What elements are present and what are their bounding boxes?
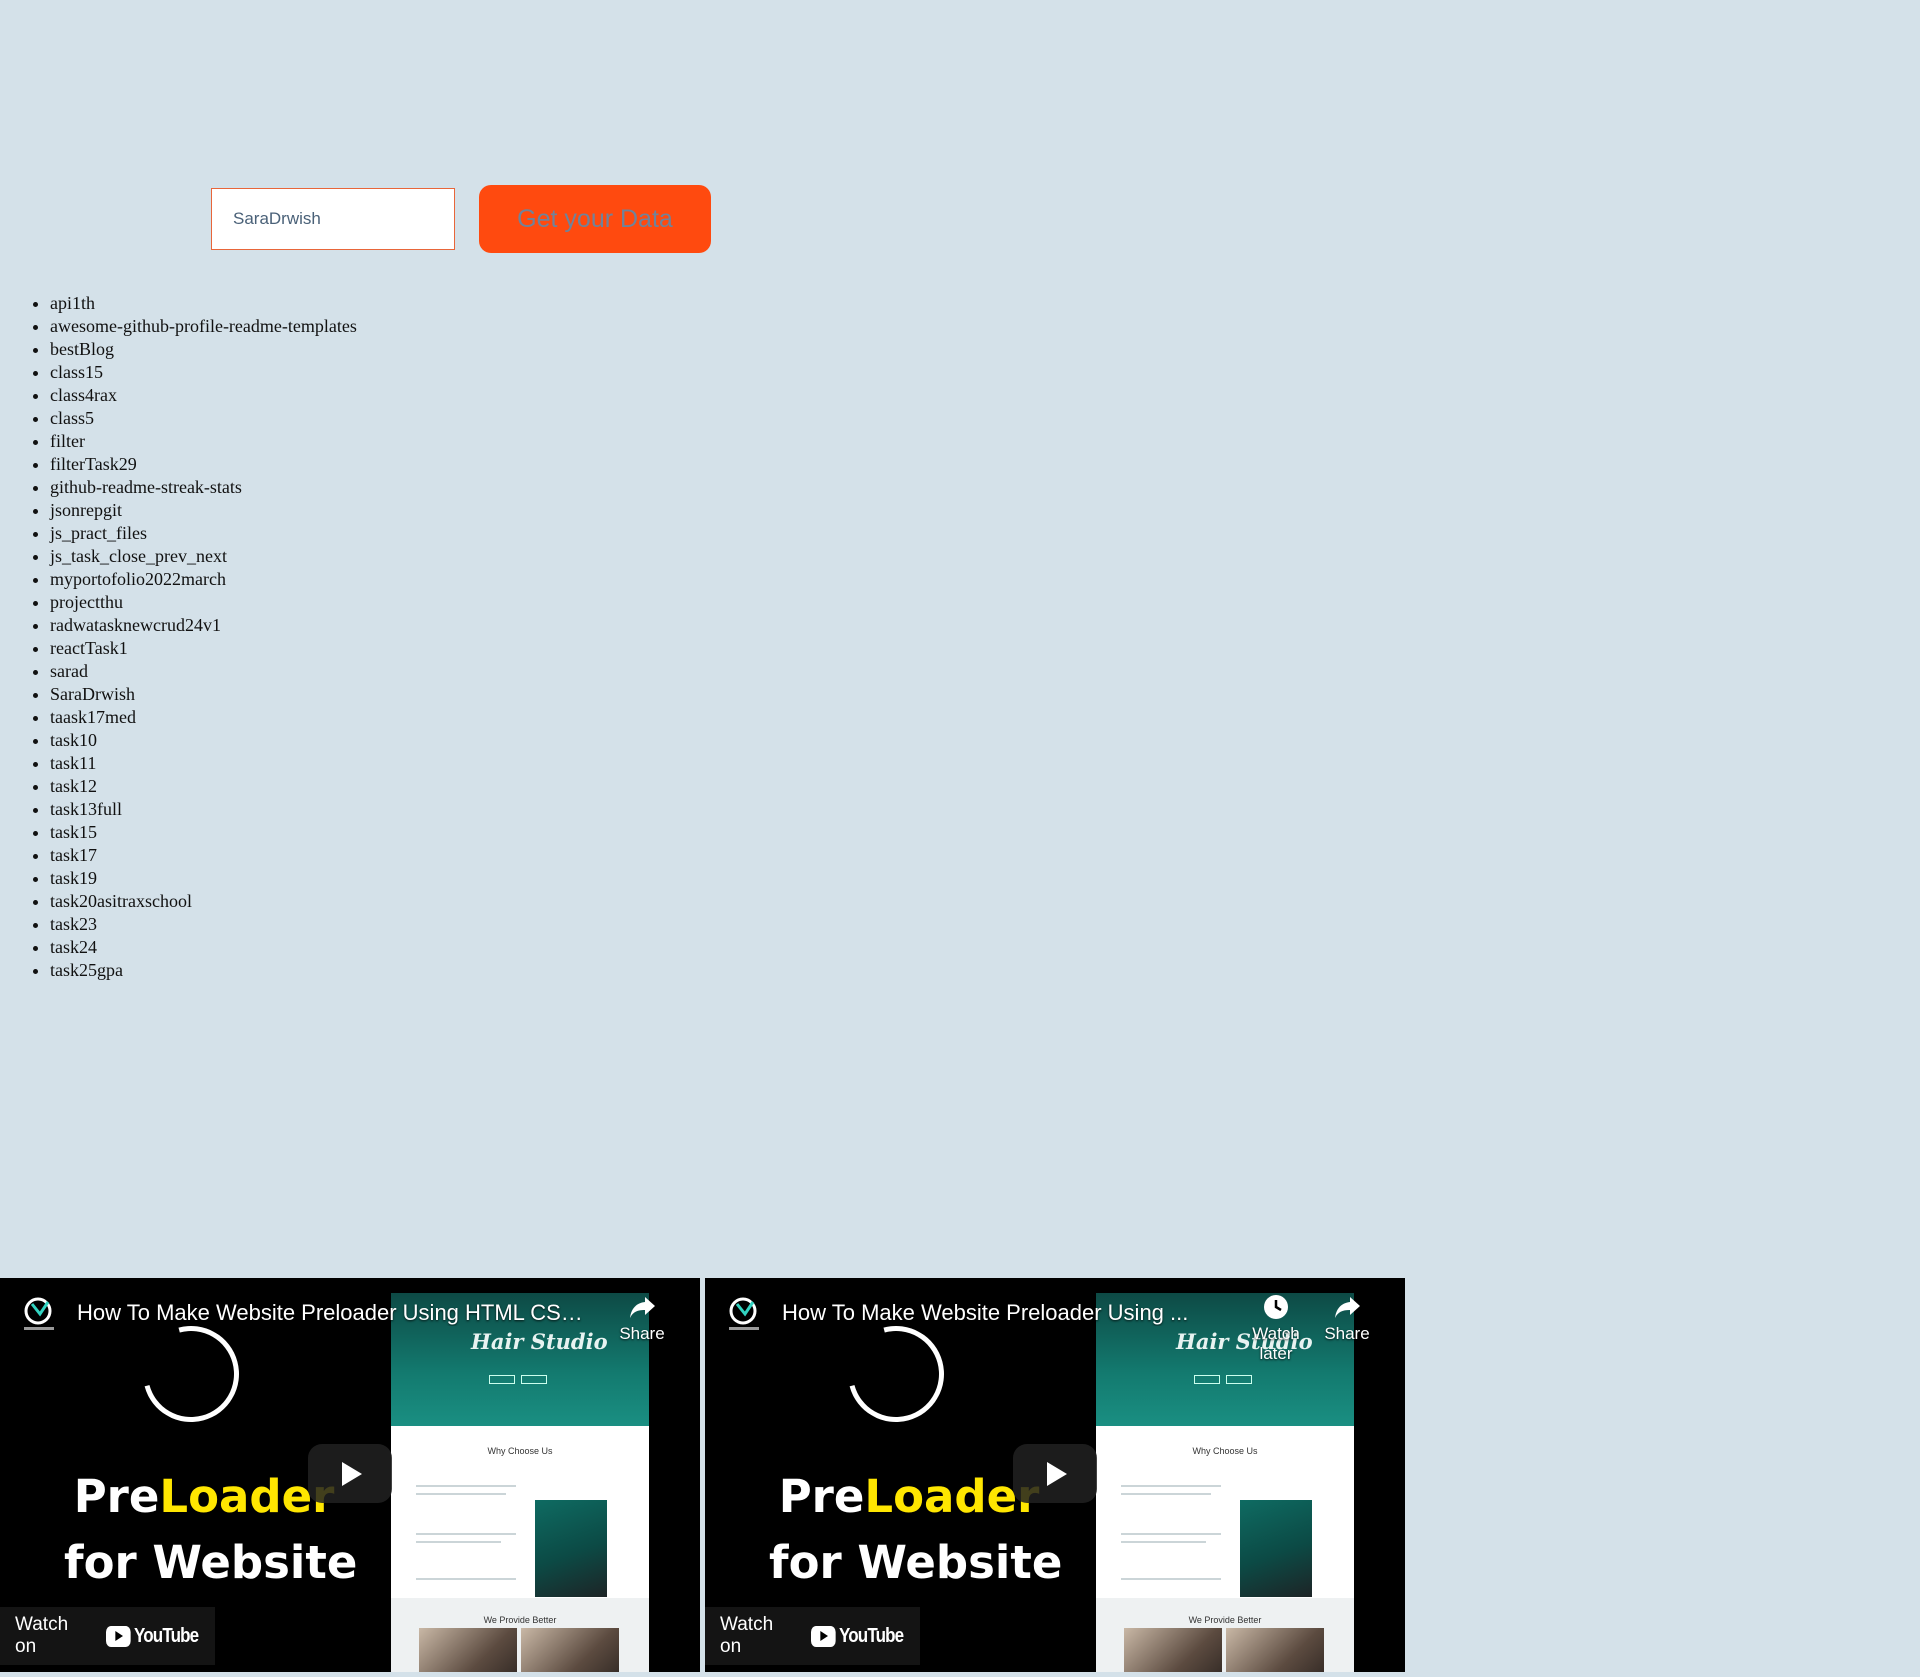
get-data-button[interactable]: Get your Data [479, 185, 711, 253]
youtube-play-icon [811, 1625, 837, 1647]
video-title[interactable]: How To Make Website Preloader Using ... [782, 1300, 1202, 1326]
repo-list-item: filterTask29 [50, 453, 357, 476]
screenshot-button [521, 1375, 547, 1384]
repo-list-item: task25gpa [50, 959, 357, 982]
share-button[interactable]: Share [1312, 1292, 1382, 1344]
repo-list-item: filter [50, 430, 357, 453]
screenshot-photo [419, 1628, 517, 1672]
thumbnail-website-screenshot: Hair Studio Why Choose Us We Provide Bet… [1096, 1293, 1354, 1672]
repo-list-item: myportofolio2022march [50, 568, 357, 591]
play-button[interactable] [1013, 1444, 1097, 1503]
thumbnail-title-line-2: for Website [769, 1536, 1063, 1589]
video-title[interactable]: How To Make Website Preloader Using HTML… [77, 1300, 597, 1326]
screenshot-button [1194, 1375, 1220, 1384]
screenshot-photo [1240, 1500, 1312, 1597]
repo-list-item: task24 [50, 936, 357, 959]
clock-icon [1264, 1295, 1288, 1319]
thumbnail-title-line-1: PreLoader [64, 1464, 344, 1530]
youtube-logo: YouTube [106, 1624, 200, 1648]
screenshot-photo [1124, 1628, 1222, 1672]
repo-list-item: SaraDrwish [50, 683, 357, 706]
repo-list-item: jsonrepgit [50, 499, 357, 522]
screenshot-section-title: We Provide Better [483, 1615, 557, 1625]
screenshot-text-line [1121, 1533, 1221, 1535]
watch-on-label: Watch on [720, 1614, 774, 1657]
share-label: Share [1324, 1324, 1370, 1343]
screenshot-section-title: Why Choose Us [487, 1446, 553, 1456]
loader-ring-icon [830, 1308, 962, 1440]
thumbnail-word: Pre [778, 1470, 865, 1523]
repo-list-item: radwatasknewcrud24v1 [50, 614, 357, 637]
screenshot-text-line [1121, 1578, 1221, 1580]
repo-list-item: sarad [50, 660, 357, 683]
thumbnail-word: Pre [73, 1470, 160, 1523]
thumbnail-title-line-1: PreLoader [769, 1464, 1049, 1530]
repo-list-item: class4rax [50, 384, 357, 407]
share-icon [1335, 1297, 1360, 1318]
thumbnail-website-screenshot: Hair Studio Why Choose Us We Provide Bet… [391, 1293, 649, 1672]
repo-list-item: bestBlog [50, 338, 357, 361]
screenshot-photo [521, 1628, 619, 1672]
screenshot-section-title: Why Choose Us [1192, 1446, 1258, 1456]
repo-list-item: reactTask1 [50, 637, 357, 660]
watch-later-label: Watch later [1252, 1324, 1300, 1363]
repo-list-item: api1th [50, 292, 357, 315]
screenshot-photo [535, 1500, 607, 1597]
loader-ring-icon [125, 1308, 257, 1440]
screenshot-text-line [416, 1541, 501, 1543]
youtube-embed[interactable]: Hair Studio Why Choose Us We Provide Bet… [0, 1278, 700, 1672]
channel-logo-icon[interactable] [723, 1294, 767, 1334]
share-button[interactable]: Share [607, 1292, 677, 1344]
youtube-play-icon [106, 1625, 132, 1647]
repo-list-item: task23 [50, 913, 357, 936]
watch-on-youtube-button[interactable]: Watch on YouTube [0, 1607, 215, 1665]
repo-list-item: task15 [50, 821, 357, 844]
screenshot-button [1226, 1375, 1252, 1384]
repo-list-item: task12 [50, 775, 357, 798]
youtube-logo: YouTube [811, 1624, 905, 1648]
repo-list-item: awesome-github-profile-readme-templates [50, 315, 357, 338]
repo-list-item: task11 [50, 752, 357, 775]
play-button[interactable] [308, 1444, 392, 1503]
share-icon [630, 1297, 655, 1318]
screenshot-text-line [1121, 1493, 1211, 1495]
screenshot-section-title: We Provide Better [1188, 1615, 1262, 1625]
repo-list-item: task10 [50, 729, 357, 752]
channel-logo-icon[interactable] [18, 1294, 62, 1334]
share-label: Share [619, 1324, 665, 1343]
search-bar: Get your Data [211, 185, 711, 253]
youtube-wordmark: YouTube [839, 1624, 904, 1647]
screenshot-text-line [416, 1485, 516, 1487]
watch-on-label: Watch on [15, 1614, 69, 1657]
repo-list-item: task19 [50, 867, 357, 890]
screenshot-text-line [416, 1578, 516, 1580]
thumbnail-title-line-2: for Website [64, 1536, 358, 1589]
watch-on-youtube-button[interactable]: Watch on YouTube [705, 1607, 920, 1665]
repo-list: api1thawesome-github-profile-readme-temp… [0, 292, 357, 982]
repo-list-item: class15 [50, 361, 357, 384]
repo-list-item: github-readme-streak-stats [50, 476, 357, 499]
screenshot-text-line [1121, 1541, 1206, 1543]
screenshot-hero-title: Hair Studio [471, 1329, 608, 1354]
screenshot-button [489, 1375, 515, 1384]
username-input[interactable] [211, 188, 455, 250]
repo-list-item: task20asitraxschool [50, 890, 357, 913]
repo-list-item: class5 [50, 407, 357, 430]
watch-later-button[interactable]: Watch later [1241, 1292, 1311, 1364]
repo-list-item: js_task_close_prev_next [50, 545, 357, 568]
video-embeds: Hair Studio Why Choose Us We Provide Bet… [0, 1278, 1405, 1672]
repo-list-item: task13full [50, 798, 357, 821]
repo-list-item: taask17med [50, 706, 357, 729]
youtube-wordmark: YouTube [134, 1624, 199, 1647]
repo-list-item: js_pract_files [50, 522, 357, 545]
screenshot-text-line [416, 1493, 506, 1495]
youtube-embed[interactable]: Hair Studio Why Choose Us We Provide Bet… [705, 1278, 1405, 1672]
screenshot-text-line [1121, 1485, 1221, 1487]
screenshot-photo [1226, 1628, 1324, 1672]
repo-list-item: projectthu [50, 591, 357, 614]
repo-list-item: task17 [50, 844, 357, 867]
screenshot-text-line [416, 1533, 516, 1535]
